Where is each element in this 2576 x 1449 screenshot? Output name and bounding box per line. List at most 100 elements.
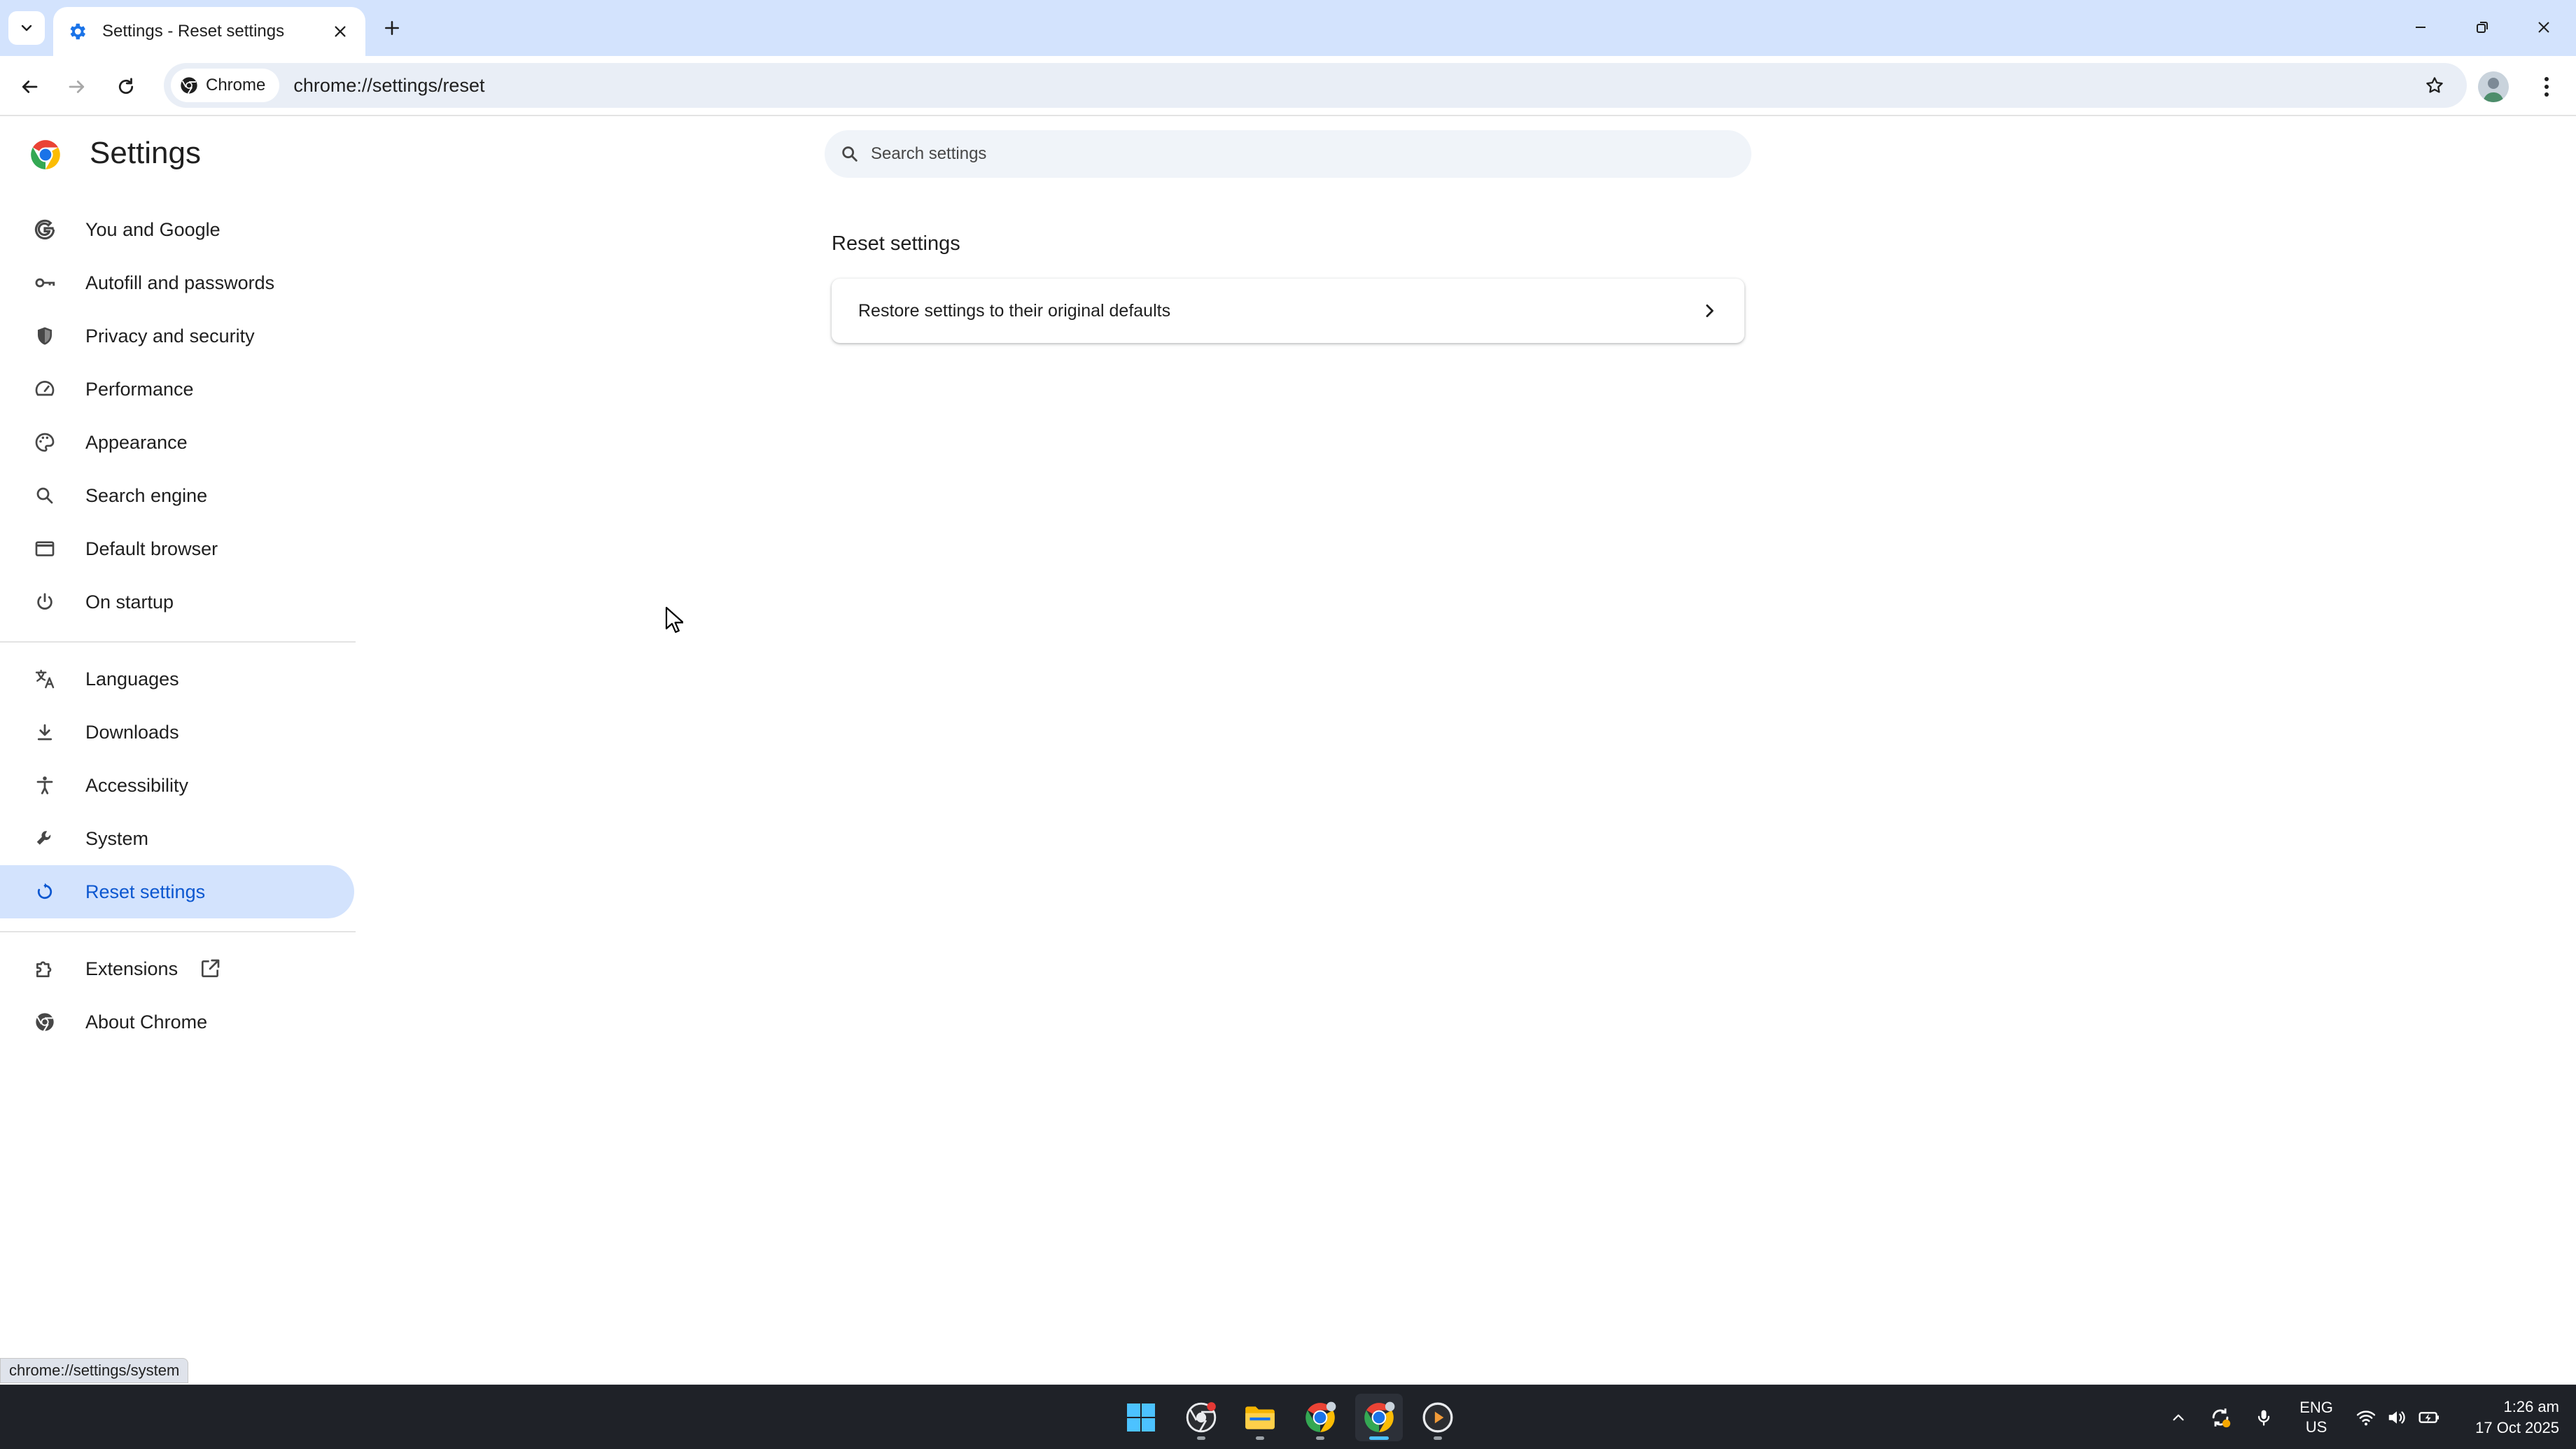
tab-search-button[interactable] xyxy=(8,11,45,45)
chrome-icon xyxy=(1364,1401,1395,1432)
restore-button[interactable] xyxy=(2451,0,2513,55)
sidebar-item-label: System xyxy=(85,827,149,849)
sidebar-item-system[interactable]: System xyxy=(0,812,354,865)
chrome-logo-icon xyxy=(31,140,60,169)
taskbar-app-media-player[interactable] xyxy=(1414,1394,1462,1441)
running-indicator xyxy=(1256,1436,1264,1440)
sidebar-item-label: About Chrome xyxy=(85,1011,208,1032)
sidebar-item-extensions[interactable]: Extensions xyxy=(0,942,354,995)
play-icon xyxy=(1422,1402,1453,1433)
taskbar-app-file-explorer[interactable] xyxy=(1236,1394,1284,1441)
shield-icon xyxy=(31,322,59,350)
sidebar-item-default-browser[interactable]: Default browser xyxy=(0,522,354,575)
sidebar-divider xyxy=(0,931,356,932)
sidebar-item-accessibility[interactable]: Accessibility xyxy=(0,759,354,812)
sidebar-item-privacy[interactable]: Privacy and security xyxy=(0,309,354,363)
sidebar-item-performance[interactable]: Performance xyxy=(0,363,354,416)
close-window-button[interactable] xyxy=(2513,0,2575,55)
tray-battery-button[interactable] xyxy=(2415,1404,2443,1432)
close-icon xyxy=(2538,22,2549,33)
accessibility-icon xyxy=(31,771,59,799)
sidebar-item-autofill[interactable]: Autofill and passwords xyxy=(0,256,354,309)
restore-defaults-row[interactable]: Restore settings to their original defau… xyxy=(832,279,1744,343)
search-icon xyxy=(31,482,59,510)
tray-sync-button[interactable] xyxy=(2206,1404,2234,1432)
sidebar-item-you-and-google[interactable]: You and Google xyxy=(0,203,354,256)
sidebar-item-label: Autofill and passwords xyxy=(85,272,275,293)
search-settings-field[interactable]: Search settings xyxy=(825,130,1751,178)
chrome-icon xyxy=(181,77,197,94)
sidebar-item-reset-settings[interactable]: Reset settings xyxy=(0,865,354,918)
sidebar-item-label: Default browser xyxy=(85,538,218,559)
tab-close-button[interactable] xyxy=(328,19,353,44)
sidebar-item-label: Extensions xyxy=(85,958,178,979)
tab-settings[interactable]: Settings - Reset settings xyxy=(53,7,365,56)
chip-label: Chrome xyxy=(206,76,266,94)
mouse-cursor-icon xyxy=(665,606,683,634)
sidebar-item-label: Appearance xyxy=(85,431,188,453)
download-icon xyxy=(31,718,59,746)
star-icon xyxy=(2426,77,2443,93)
sidebar-item-label: Accessibility xyxy=(85,774,189,796)
start-button[interactable] xyxy=(1117,1394,1165,1441)
search-input[interactable]: Search settings xyxy=(871,144,986,164)
new-tab-button[interactable] xyxy=(375,11,409,45)
taskbar-app-chrome-dark[interactable] xyxy=(1177,1394,1225,1441)
restore-defaults-label: Restore settings to their original defau… xyxy=(858,300,1171,321)
url-text[interactable]: chrome://settings/reset xyxy=(293,75,484,97)
close-icon xyxy=(335,26,346,37)
windows-logo-icon xyxy=(1127,1404,1155,1432)
wrench-icon xyxy=(31,825,59,853)
input-language-indicator[interactable]: ENG US xyxy=(2299,1398,2334,1437)
reload-button[interactable] xyxy=(106,67,146,106)
profile-avatar[interactable] xyxy=(2478,71,2509,102)
lang-region: US xyxy=(2305,1418,2328,1436)
chevron-right-icon xyxy=(1693,294,1726,328)
chrome-icon xyxy=(1306,1401,1336,1432)
back-button[interactable] xyxy=(10,67,49,106)
arrow-right-icon xyxy=(69,80,85,93)
minimize-icon xyxy=(2416,27,2426,28)
chevron-down-icon xyxy=(21,24,32,31)
sidebar-item-about-chrome[interactable]: About Chrome xyxy=(0,995,354,1049)
tray-volume-button[interactable] xyxy=(2383,1404,2411,1432)
running-indicator xyxy=(1369,1436,1389,1440)
running-indicator xyxy=(1197,1436,1205,1440)
minimize-button[interactable] xyxy=(2390,0,2451,55)
battery-icon xyxy=(2418,1412,2439,1423)
sidebar-item-label: On startup xyxy=(85,591,174,612)
sidebar-item-on-startup[interactable]: On startup xyxy=(0,575,354,629)
sidebar-item-downloads[interactable]: Downloads xyxy=(0,706,354,759)
tray-microphone-button[interactable] xyxy=(2250,1404,2278,1432)
wifi-icon xyxy=(2356,1410,2376,1426)
sidebar-item-languages[interactable]: Languages xyxy=(0,652,354,706)
site-info-chip[interactable]: Chrome xyxy=(171,69,280,102)
sidebar-item-appearance[interactable]: Appearance xyxy=(0,416,354,469)
running-indicator xyxy=(1434,1436,1442,1440)
puzzle-icon xyxy=(31,955,59,983)
external-link-icon xyxy=(197,956,223,981)
sidebar-item-label: Privacy and security xyxy=(85,325,255,346)
taskbar-app-chrome-profile[interactable] xyxy=(1296,1394,1344,1441)
sidebar-item-search-engine[interactable]: Search engine xyxy=(0,469,354,522)
taskbar-clock[interactable]: 1:26 am 17 Oct 2025 xyxy=(2456,1396,2559,1438)
bookmark-button[interactable] xyxy=(2418,69,2451,102)
sync-icon xyxy=(2212,1408,2231,1428)
translate-icon xyxy=(31,665,59,693)
clock-date: 17 Oct 2025 xyxy=(2475,1419,2559,1436)
browser-menu-button[interactable] xyxy=(2528,67,2565,106)
reload-icon xyxy=(118,78,134,94)
forward-button[interactable] xyxy=(57,67,97,106)
address-bar[interactable]: Chrome chrome://settings/reset xyxy=(164,63,2467,108)
taskbar-app-chrome-active[interactable] xyxy=(1355,1394,1403,1441)
sidebar-item-label: Languages xyxy=(85,668,179,690)
tray-wifi-button[interactable] xyxy=(2352,1404,2380,1432)
sidebar-item-label: Reset settings xyxy=(85,881,206,902)
microphone-icon xyxy=(2258,1410,2270,1426)
google-icon xyxy=(31,216,59,244)
windows-taskbar: ENG US 1:26 am 17 Oct 2025 xyxy=(0,1385,2576,1449)
gear-icon xyxy=(66,20,88,43)
clock-time: 1:26 am xyxy=(2503,1398,2560,1415)
browser-window-icon xyxy=(31,535,59,563)
tray-overflow-button[interactable] xyxy=(2164,1404,2192,1432)
